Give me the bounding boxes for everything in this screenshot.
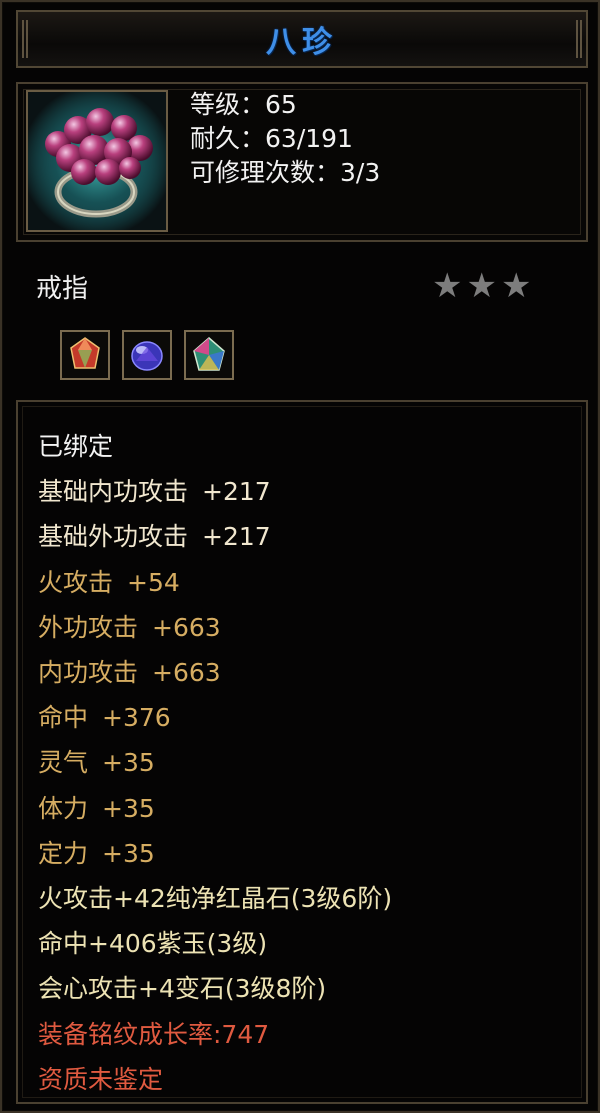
item-header-panel: 等级：65 耐久：63/191 可修理次数：3/3	[16, 82, 588, 242]
attr-value: +663	[152, 612, 221, 642]
durability-label: 耐久：	[190, 124, 266, 153]
gem-bonus-1: 火攻击+42纯净红晶石(3级6阶)	[38, 884, 393, 914]
attr-label: 定力	[38, 838, 89, 868]
variegated-gem-icon[interactable]	[184, 330, 234, 380]
gem-sockets	[60, 330, 234, 380]
attr-value: +376	[102, 703, 171, 733]
attr-value: +35	[102, 793, 155, 823]
repair-row: 可修理次数：3/3	[190, 156, 380, 190]
attr-value: +217	[202, 477, 271, 507]
attr-value: +54	[127, 567, 180, 597]
basic-stats: 等级：65 耐久：63/191 可修理次数：3/3	[190, 88, 380, 190]
red-gem-icon[interactable]	[60, 330, 110, 380]
attr-label: 灵气	[38, 748, 89, 778]
focus-row: 定力 +35	[38, 831, 392, 876]
level-value: 65	[265, 90, 297, 119]
level-label: 等级：	[190, 90, 266, 119]
star-icon: ★	[500, 266, 532, 306]
ring-icon	[26, 90, 168, 232]
base-inner-attack-row: 基础内功攻击 +217	[38, 469, 392, 514]
item-name: 八珍	[266, 25, 338, 60]
purple-gem-icon[interactable]	[122, 330, 172, 380]
title-bar: 八珍	[16, 10, 588, 68]
fire-attack-row: 火攻击 +54	[38, 560, 392, 605]
attr-value: +217	[202, 522, 271, 552]
attr-label: 火攻击	[38, 567, 114, 597]
stamina-row: 体力 +35	[38, 786, 392, 831]
repair-value: 3/3	[340, 158, 381, 187]
spirit-row: 灵气 +35	[38, 740, 392, 785]
item-type: 戒指	[36, 274, 89, 304]
attr-label: 基础内功攻击	[38, 477, 189, 507]
attr-label: 内功攻击	[38, 658, 139, 688]
attr-label: 命中	[38, 703, 89, 733]
star-icon: ★	[466, 266, 497, 306]
star-icon: ★	[432, 266, 463, 306]
quality-status: 资质未鉴定	[38, 1064, 164, 1094]
bound-status: 已绑定	[38, 432, 114, 461]
attribute-list: 已绑定 基础内功攻击 +217 基础外功攻击 +217 火攻击 +54 外功攻击 +66…	[38, 424, 392, 1102]
attr-value: +663	[152, 658, 221, 688]
star-rating: ★ ★ ★	[432, 266, 531, 306]
attr-value: +35	[102, 838, 155, 868]
outer-attack-row: 外功攻击 +663	[38, 605, 392, 650]
attributes-panel: 已绑定 基础内功攻击 +217 基础外功攻击 +217 火攻击 +54 外功攻击 +66…	[16, 400, 588, 1104]
inner-attack-row: 内功攻击 +663	[38, 650, 392, 695]
attr-label: 外功攻击	[38, 612, 139, 642]
growth-rate: 装备铭纹成长率:747	[38, 1019, 270, 1049]
attr-value: +35	[102, 748, 155, 778]
item-tooltip: 八珍 等级：65 耐久：63/191 可修理次数：3/3 戒指 ★ ★ ★ 已绑…	[0, 0, 600, 1113]
durability-row: 耐久：63/191	[190, 122, 380, 156]
gem-bonus-2: 命中+406紫玉(3级)	[38, 929, 268, 959]
hit-row: 命中 +376	[38, 695, 392, 740]
durability-value: 63/191	[265, 124, 353, 153]
attr-label: 体力	[38, 793, 89, 823]
gem-bonus-3: 会心攻击+4变石(3级8阶)	[38, 974, 327, 1004]
attr-label: 基础外功攻击	[38, 522, 189, 552]
base-outer-attack-row: 基础外功攻击 +217	[38, 514, 392, 559]
level-row: 等级：65	[190, 88, 380, 122]
repair-label: 可修理次数：	[190, 158, 341, 187]
